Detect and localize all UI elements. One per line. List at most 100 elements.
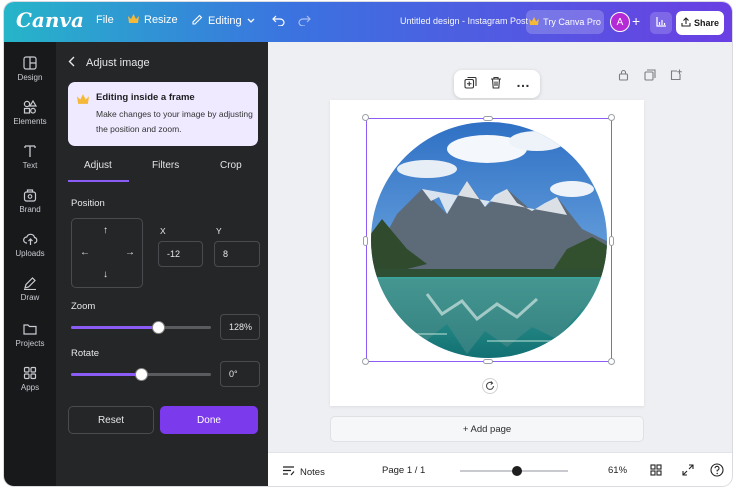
redo-button[interactable] (298, 15, 311, 29)
adjust-tabs: Adjust Filters Crop (68, 160, 258, 182)
notes-icon (282, 465, 295, 479)
text-icon (24, 145, 36, 157)
rail-label: Brand (19, 205, 41, 214)
crown-icon (529, 17, 540, 27)
rotate-slider-fill (71, 373, 141, 376)
y-label: Y (216, 226, 222, 236)
page-label: Page 1 / 1 (382, 465, 426, 476)
share-button[interactable]: Share (676, 11, 724, 35)
more-options-icon[interactable]: … (516, 74, 531, 90)
rail-label: Uploads (15, 249, 45, 258)
reset-button[interactable]: Reset (68, 406, 154, 434)
panel-title: Adjust image (86, 57, 150, 69)
pen-icon (24, 277, 36, 290)
trash-icon[interactable] (490, 76, 502, 94)
file-menu[interactable]: File (96, 14, 114, 26)
add-page-icon[interactable] (670, 68, 682, 86)
resize-button[interactable]: Resize (128, 14, 178, 26)
grid-view-button[interactable] (650, 464, 662, 476)
tab-crop[interactable]: Crop (220, 160, 242, 171)
frame-info-card: Editing inside a frame Make changes to y… (68, 82, 258, 146)
try-pro-button[interactable]: Try Canva Pro (526, 10, 604, 34)
floating-toolbar: … (454, 70, 540, 98)
image-selection-frame[interactable] (366, 118, 612, 362)
fullscreen-button[interactable] (682, 464, 694, 476)
design-title[interactable]: Untitled design - Instagram Post (400, 16, 528, 26)
rail-item-design[interactable]: Design (4, 56, 56, 82)
zoom-slider-thumb[interactable] (152, 322, 164, 333)
design-page[interactable] (330, 100, 644, 406)
resize-handle-right[interactable] (609, 236, 614, 246)
duplicate-page-icon[interactable] (644, 68, 656, 86)
undo-button[interactable] (272, 15, 285, 29)
app-window: Canva File Resize Editing Untitled desig… (4, 2, 732, 486)
arrow-up-icon[interactable]: ↑ (103, 225, 108, 236)
tab-filters[interactable]: Filters (152, 160, 179, 171)
rotate-slider-thumb[interactable] (136, 369, 147, 380)
landscape-image[interactable] (367, 119, 613, 363)
undo-icon (272, 15, 285, 29)
rotate-input[interactable]: 0° (220, 361, 260, 387)
zoom-slider-fill (71, 326, 158, 329)
y-input[interactable]: 8 (214, 241, 260, 267)
notes-label: Notes (300, 466, 325, 478)
canvas-zoom-slider[interactable] (460, 466, 568, 476)
x-input[interactable]: -12 (158, 241, 203, 267)
editing-label: Editing (208, 15, 242, 27)
share-label: Share (693, 18, 719, 28)
insights-button[interactable] (650, 12, 672, 34)
layout-icon (23, 56, 37, 70)
page-indicator[interactable]: Page 1 / 1 (382, 465, 425, 476)
resize-handle-left[interactable] (363, 236, 368, 246)
folder-icon (23, 324, 37, 335)
done-button[interactable]: Done (160, 406, 258, 434)
chevron-down-icon (247, 15, 255, 27)
rail-item-elements[interactable]: Elements (4, 100, 56, 126)
editing-dropdown[interactable]: Editing (192, 14, 255, 28)
rail-item-draw[interactable]: Draw (4, 276, 56, 302)
rail-item-projects[interactable]: Projects (4, 322, 56, 348)
rotate-slider[interactable] (71, 369, 211, 380)
add-page-button[interactable]: + Add page (330, 416, 644, 442)
tab-adjust[interactable]: Adjust (84, 160, 112, 171)
arrow-down-icon[interactable]: ↓ (103, 269, 108, 280)
brand-icon (23, 189, 37, 202)
active-tab-indicator (68, 180, 129, 182)
rail-item-text[interactable]: Text (4, 144, 56, 170)
rail-item-uploads[interactable]: Uploads (4, 232, 56, 258)
arrow-left-icon[interactable]: ← (80, 247, 90, 258)
zoom-level[interactable]: 61% (608, 465, 627, 476)
duplicate-icon[interactable] (464, 76, 477, 94)
notes-button[interactable]: Notes (282, 465, 325, 479)
rotate-handle[interactable] (482, 378, 498, 394)
rail-label: Design (17, 73, 43, 82)
rail-label: Projects (15, 339, 45, 348)
invite-plus-icon[interactable]: + (632, 13, 640, 29)
rail-item-brand[interactable]: Brand (4, 188, 56, 214)
avatar[interactable]: A (610, 12, 630, 32)
bar-chart-icon (655, 14, 667, 32)
lock-icon[interactable] (618, 68, 629, 86)
back-arrow-icon[interactable] (68, 56, 76, 70)
resize-handle-top[interactable] (483, 116, 493, 121)
zoom-slider[interactable] (71, 322, 211, 333)
rail-label: Apps (20, 383, 40, 392)
resize-handle-tl[interactable] (362, 114, 369, 121)
help-button[interactable] (710, 463, 724, 477)
pencil-icon (192, 14, 203, 28)
arrow-right-icon[interactable]: → (125, 247, 135, 258)
rail-item-apps[interactable]: Apps (4, 366, 56, 392)
rotate-label: Rotate (71, 348, 99, 359)
zoom-input[interactable]: 128% (220, 314, 260, 340)
resize-handle-bl[interactable] (362, 358, 369, 365)
left-rail: Design Elements Text Brand Uploads Draw … (4, 42, 56, 486)
resize-label: Resize (144, 14, 178, 26)
canvas-zoom-thumb[interactable] (511, 466, 522, 476)
canvas-area: … + Add page (268, 42, 732, 452)
share-icon (681, 17, 691, 29)
position-label: Position (71, 198, 105, 209)
resize-handle-tr[interactable] (608, 114, 615, 121)
resize-handle-bottom[interactable] (483, 359, 493, 364)
canva-logo[interactable]: Canva (16, 8, 84, 32)
resize-handle-br[interactable] (608, 358, 615, 365)
